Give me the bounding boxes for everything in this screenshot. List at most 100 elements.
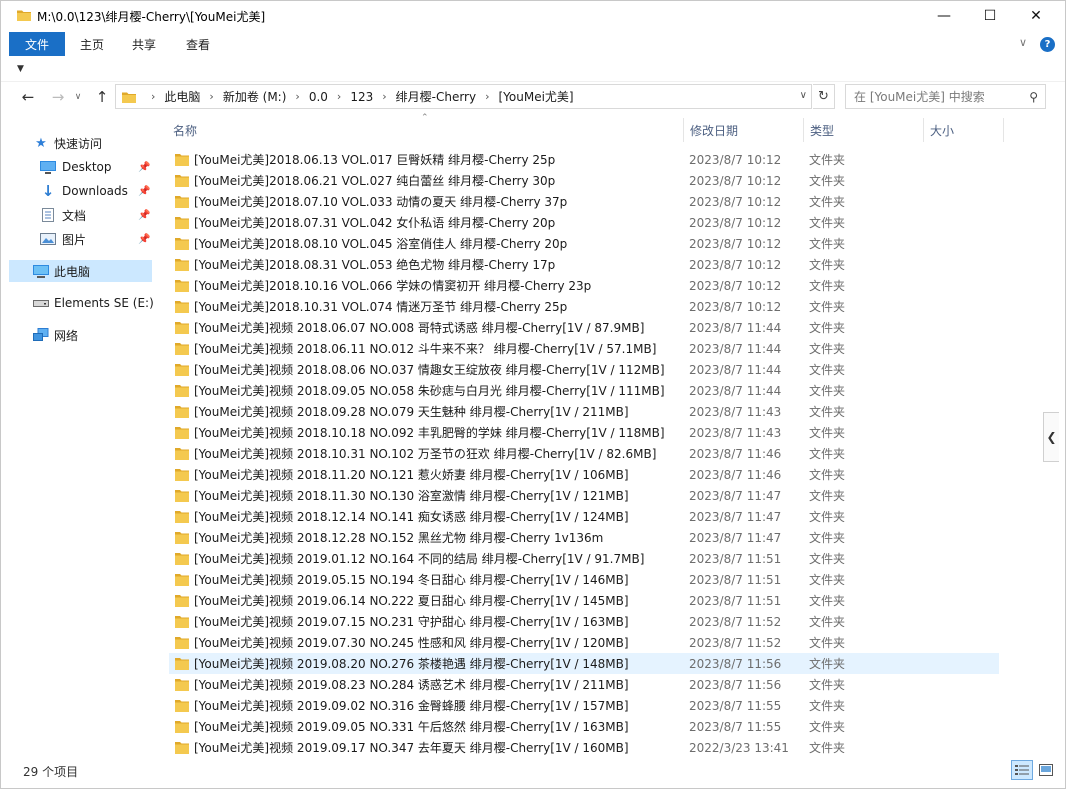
column-header-size[interactable]: 大小 <box>923 118 1003 142</box>
table-row[interactable]: [YouMei尤美]视频 2018.10.31 NO.102 万圣节の狂欢 绯月… <box>169 443 999 464</box>
breadcrumb-item[interactable]: 123 <box>350 90 373 104</box>
file-name[interactable]: [YouMei尤美]视频 2019.08.23 NO.284 诱惑艺术 绯月樱-… <box>194 676 629 693</box>
file-name[interactable]: [YouMei尤美]视频 2019.09.02 NO.316 金臀蜂腰 绯月樱-… <box>194 697 629 714</box>
details-view-icon[interactable] <box>1011 760 1033 780</box>
breadcrumb-item[interactable]: 绯月樱-Cherry <box>396 88 476 105</box>
title-bar[interactable]: M:\0.0\123\绯月樱-Cherry\[YouMei尤美] — ☐ ✕ <box>1 1 1065 31</box>
chevron-right-icon[interactable]: › <box>337 90 341 103</box>
table-row[interactable]: [YouMei尤美]视频 2018.12.14 NO.141 痴女诱惑 绯月樱-… <box>169 506 999 527</box>
table-row[interactable]: [YouMei尤美]2018.08.31 VOL.053 绝色尤物 绯月樱-Ch… <box>169 254 999 275</box>
breadcrumb-item[interactable]: 此电脑 <box>164 88 200 105</box>
file-name[interactable]: [YouMei尤美]视频 2019.07.30 NO.245 性感和风 绯月樱-… <box>194 634 629 651</box>
table-row[interactable]: [YouMei尤美]视频 2019.07.15 NO.231 守护甜心 绯月樱-… <box>169 611 999 632</box>
search-icon[interactable]: ⚲ <box>1029 90 1038 104</box>
tab-file[interactable]: 文件 <box>9 32 65 56</box>
file-name[interactable]: [YouMei尤美]视频 2019.08.20 NO.276 茶楼艳遇 绯月樱-… <box>194 655 629 672</box>
pin-icon[interactable]: 📌 <box>138 234 150 245</box>
nav-item-this-pc[interactable]: 此电脑 <box>9 260 152 282</box>
file-name[interactable]: [YouMei尤美]2018.07.10 VOL.033 动情の夏天 绯月樱-C… <box>194 193 567 210</box>
table-row[interactable]: [YouMei尤美]2018.07.10 VOL.033 动情の夏天 绯月樱-C… <box>169 191 999 212</box>
help-icon[interactable]: ? <box>1040 37 1055 52</box>
table-row[interactable]: [YouMei尤美]视频 2018.09.05 NO.058 朱砂痣与白月光 绯… <box>169 380 999 401</box>
nav-item-pictures[interactable]: 图片 📌 <box>9 228 152 250</box>
table-row[interactable]: [YouMei尤美]视频 2018.06.11 NO.012 斗牛来不来？ 绯月… <box>169 338 999 359</box>
file-name[interactable]: [YouMei尤美]视频 2018.06.11 NO.012 斗牛来不来？ 绯月… <box>194 340 656 357</box>
file-name[interactable]: [YouMei尤美]视频 2019.01.12 NO.164 不同的结局 绯月樱… <box>194 550 644 567</box>
nav-item-drive-e[interactable]: Elements SE (E:) <box>9 292 154 314</box>
breadcrumb-item[interactable]: 新加卷 (M:) <box>223 88 287 105</box>
nav-item-desktop[interactable]: Desktop 📌 <box>9 156 152 178</box>
table-row[interactable]: [YouMei尤美]视频 2018.12.28 NO.152 黑丝尤物 绯月樱-… <box>169 527 999 548</box>
table-row[interactable]: [YouMei尤美]视频 2018.10.18 NO.092 丰乳肥臀的学妹 绯… <box>169 422 999 443</box>
table-row[interactable]: [YouMei尤美]视频 2018.08.06 NO.037 情趣女王绽放夜 绯… <box>169 359 999 380</box>
table-row[interactable]: [YouMei尤美]2018.07.31 VOL.042 女仆私语 绯月樱-Ch… <box>169 212 999 233</box>
column-header-name[interactable]: 名称 <box>173 118 685 142</box>
breadcrumb-item[interactable]: [YouMei尤美] <box>499 88 574 105</box>
file-name[interactable]: [YouMei尤美]视频 2018.11.20 NO.121 惹火娇妻 绯月樱-… <box>194 466 629 483</box>
address-dropdown-chevron-icon[interactable]: ∨ <box>800 90 807 101</box>
file-name[interactable]: [YouMei尤美]2018.08.31 VOL.053 绝色尤物 绯月樱-Ch… <box>194 256 555 273</box>
pin-icon[interactable]: 📌 <box>138 162 150 173</box>
up-arrow-icon[interactable]: ↑ <box>91 84 113 110</box>
file-name[interactable]: [YouMei尤美]视频 2019.09.17 NO.347 去年夏天 绯月樱-… <box>194 739 629 756</box>
pin-icon[interactable]: 📌 <box>138 210 150 221</box>
file-name[interactable]: [YouMei尤美]视频 2018.12.14 NO.141 痴女诱惑 绯月樱-… <box>194 508 629 525</box>
table-row[interactable]: [YouMei尤美]2018.08.10 VOL.045 浴室俏佳人 绯月樱-C… <box>169 233 999 254</box>
tab-view[interactable]: 查看 <box>173 32 223 56</box>
file-name[interactable]: [YouMei尤美]视频 2019.05.15 NO.194 冬日甜心 绯月樱-… <box>194 571 629 588</box>
file-name[interactable]: [YouMei尤美]视频 2018.09.05 NO.058 朱砂痣与白月光 绯… <box>194 382 665 399</box>
table-row[interactable]: [YouMei尤美]2018.10.31 VOL.074 情迷万圣节 绯月樱-C… <box>169 296 999 317</box>
table-row[interactable]: [YouMei尤美]视频 2019.09.17 NO.347 去年夏天 绯月樱-… <box>169 737 999 758</box>
chevron-right-icon[interactable]: › <box>295 90 299 103</box>
column-divider[interactable] <box>1003 118 1004 142</box>
table-row[interactable]: [YouMei尤美]视频 2019.05.15 NO.194 冬日甜心 绯月樱-… <box>169 569 999 590</box>
file-name[interactable]: [YouMei尤美]视频 2019.06.14 NO.222 夏日甜心 绯月樱-… <box>194 592 629 609</box>
close-button[interactable]: ✕ <box>1013 1 1059 31</box>
nav-item-documents[interactable]: 文档 📌 <box>9 204 152 226</box>
refresh-icon[interactable]: ↻ <box>813 84 835 109</box>
file-name[interactable]: [YouMei尤美]2018.08.10 VOL.045 浴室俏佳人 绯月樱-C… <box>194 235 567 252</box>
table-row[interactable]: [YouMei尤美]2018.06.21 VOL.027 纯白蕾丝 绯月樱-Ch… <box>169 170 999 191</box>
table-row[interactable]: [YouMei尤美]视频 2019.01.12 NO.164 不同的结局 绯月樱… <box>169 548 999 569</box>
file-name[interactable]: [YouMei尤美]视频 2018.11.30 NO.130 浴室激情 绯月樱-… <box>194 487 629 504</box>
file-name[interactable]: [YouMei尤美]2018.10.16 VOL.066 学妹の情窦初开 绯月樱… <box>194 277 591 294</box>
file-name[interactable]: [YouMei尤美]视频 2018.12.28 NO.152 黑丝尤物 绯月樱-… <box>194 529 603 546</box>
nav-item-downloads[interactable]: ↓ Downloads 📌 <box>9 180 152 202</box>
file-name[interactable]: [YouMei尤美]视频 2018.10.18 NO.092 丰乳肥臀的学妹 绯… <box>194 424 665 441</box>
table-row[interactable]: [YouMei尤美]视频 2018.11.30 NO.130 浴室激情 绯月樱-… <box>169 485 999 506</box>
table-row[interactable]: [YouMei尤美]视频 2019.09.05 NO.331 午后悠然 绯月樱-… <box>169 716 999 737</box>
preview-pane-toggle-chevron-icon[interactable]: ❮ <box>1043 412 1059 462</box>
file-name[interactable]: [YouMei尤美]视频 2018.10.31 NO.102 万圣节の狂欢 绯月… <box>194 445 656 462</box>
file-name[interactable]: [YouMei尤美]2018.06.21 VOL.027 纯白蕾丝 绯月樱-Ch… <box>194 172 555 189</box>
file-name[interactable]: [YouMei尤美]视频 2018.08.06 NO.037 情趣女王绽放夜 绯… <box>194 361 665 378</box>
table-row[interactable]: [YouMei尤美]视频 2018.11.20 NO.121 惹火娇妻 绯月樱-… <box>169 464 999 485</box>
forward-arrow-icon[interactable]: → <box>47 84 69 110</box>
chevron-right-icon[interactable]: › <box>151 90 155 103</box>
file-name[interactable]: [YouMei尤美]视频 2019.07.15 NO.231 守护甜心 绯月樱-… <box>194 613 629 630</box>
table-row[interactable]: [YouMei尤美]视频 2019.07.30 NO.245 性感和风 绯月樱-… <box>169 632 999 653</box>
nav-item-quick-access[interactable]: ★ 快速访问 <box>9 132 152 154</box>
column-header-date[interactable]: 修改日期 <box>683 118 803 142</box>
chevron-right-icon[interactable]: › <box>485 90 489 103</box>
column-header-type[interactable]: 类型 <box>803 118 923 142</box>
file-name[interactable]: [YouMei尤美]视频 2019.09.05 NO.331 午后悠然 绯月樱-… <box>194 718 629 735</box>
pin-icon[interactable]: 📌 <box>138 186 150 197</box>
table-row[interactable]: [YouMei尤美]2018.10.16 VOL.066 学妹の情窦初开 绯月樱… <box>169 275 999 296</box>
table-row[interactable]: [YouMei尤美]视频 2018.09.28 NO.079 天生魅种 绯月樱-… <box>169 401 999 422</box>
table-row[interactable]: [YouMei尤美]视频 2018.06.07 NO.008 哥特式诱惑 绯月樱… <box>169 317 999 338</box>
maximize-button[interactable]: ☐ <box>967 1 1013 31</box>
back-arrow-icon[interactable]: ← <box>17 84 39 110</box>
search-box[interactable]: ⚲ <box>845 84 1046 109</box>
address-bar[interactable]: › 此电脑 › 新加卷 (M:) › 0.0 › 123 › 绯月樱-Cherr… <box>115 84 812 109</box>
tab-share[interactable]: 共享 <box>119 32 169 56</box>
customize-toolbar-icon[interactable]: ▼ <box>17 64 24 74</box>
tab-home[interactable]: 主页 <box>67 32 117 56</box>
table-row[interactable]: [YouMei尤美]视频 2019.08.20 NO.276 茶楼艳遇 绯月樱-… <box>169 653 999 674</box>
expand-ribbon-chevron-icon[interactable]: ∨ <box>1019 36 1027 49</box>
search-input[interactable] <box>854 89 1019 104</box>
table-row[interactable]: [YouMei尤美]2018.06.13 VOL.017 巨臀妖精 绯月樱-Ch… <box>169 149 999 170</box>
table-row[interactable]: [YouMei尤美]视频 2019.06.14 NO.222 夏日甜心 绯月樱-… <box>169 590 999 611</box>
file-name[interactable]: [YouMei尤美]2018.07.31 VOL.042 女仆私语 绯月樱-Ch… <box>194 214 555 231</box>
table-row[interactable]: [YouMei尤美]视频 2019.09.02 NO.316 金臀蜂腰 绯月樱-… <box>169 695 999 716</box>
chevron-right-icon[interactable]: › <box>382 90 386 103</box>
